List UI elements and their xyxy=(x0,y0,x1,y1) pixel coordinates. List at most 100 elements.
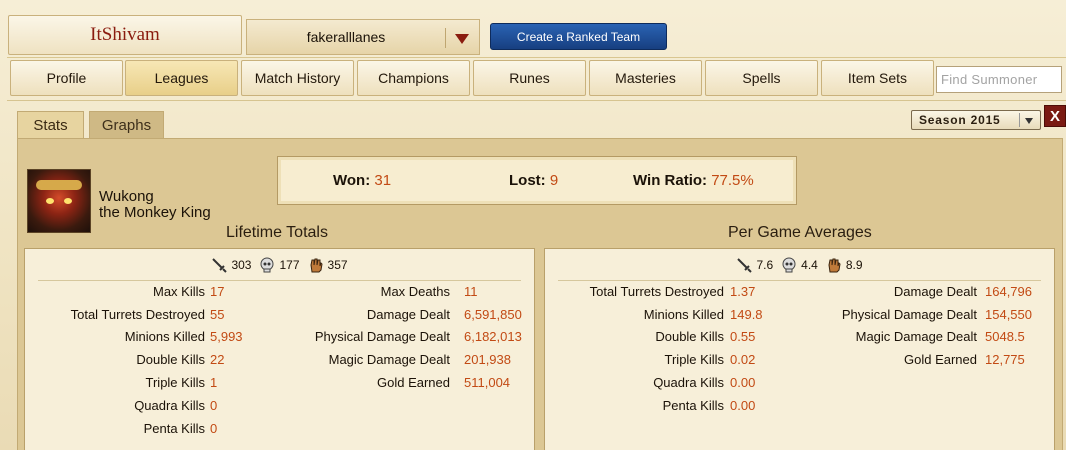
divider xyxy=(558,280,1041,281)
champion-name: Wukong the Monkey King xyxy=(99,189,211,221)
stat-label: Gold Earned xyxy=(377,375,450,390)
stat-label: Double Kills xyxy=(655,329,724,344)
select-divider xyxy=(1019,113,1020,127)
stat-value: 5048.5 xyxy=(985,329,1025,344)
kda-row: 7.6 4.4 8.9 xyxy=(545,257,1054,273)
stat-label: Gold Earned xyxy=(904,352,977,367)
tab-profile[interactable]: Profile xyxy=(10,60,123,96)
stat-value: 0.00 xyxy=(730,375,756,390)
main-nav: Profile Leagues Match History Champions … xyxy=(7,57,1066,97)
divider xyxy=(38,280,521,281)
stat-label: Max Kills xyxy=(152,284,205,299)
per-game-averages-box: 7.6 4.4 8.9 Total Turrets Destroyed 1.37… xyxy=(544,248,1055,450)
kills-value: 303 xyxy=(231,258,252,272)
champion-portrait xyxy=(27,169,91,233)
stat-label: Damage Dealt xyxy=(893,284,977,299)
win-loss-record: Won: 31 Lost: 9 Win Ratio: 77.5% xyxy=(277,156,797,205)
stat-value: 1.37 xyxy=(730,284,756,299)
stat-label: Physical Damage Dealt xyxy=(314,329,450,344)
assists-stat: 8.9 xyxy=(826,257,863,273)
season-select-value: Season 2015 xyxy=(919,113,1001,127)
stat-value: 0.02 xyxy=(730,352,756,367)
deaths-value: 177 xyxy=(279,258,300,272)
close-button[interactable]: X xyxy=(1044,105,1066,127)
stat-label: Total Turrets Destroyed xyxy=(589,284,724,299)
skull-icon xyxy=(782,257,796,273)
stat-label: Quadra Kills xyxy=(134,398,205,413)
stat-label: Max Deaths xyxy=(380,284,450,299)
stat-label: Damage Dealt xyxy=(366,307,450,322)
stat-label: Magic Damage Dealt xyxy=(328,352,450,367)
hand-icon xyxy=(828,258,841,273)
summoner-select-value: fakeralllanes xyxy=(306,29,386,45)
summoner-select[interactable]: fakeralllanes xyxy=(246,19,480,55)
champion-eye xyxy=(64,198,72,204)
stat-value: 0.55 xyxy=(730,329,756,344)
stat-label: Minions Killed xyxy=(124,329,205,344)
sword-icon xyxy=(737,258,753,273)
assists-value: 357 xyxy=(327,258,348,272)
tab-runes[interactable]: Runes xyxy=(473,60,586,96)
lost-label: Lost: xyxy=(509,172,546,189)
champion-title-line: the Monkey King xyxy=(99,204,211,221)
stat-value: 154,550 xyxy=(985,307,1032,322)
champion-eye xyxy=(46,198,54,204)
stat-label: Physical Damage Dealt xyxy=(841,307,977,322)
won-stat: Won: 31 xyxy=(333,172,391,189)
stat-value: 55 xyxy=(210,307,225,322)
assists-value: 8.9 xyxy=(845,258,863,272)
stat-value: 6,591,850 xyxy=(464,307,522,322)
select-divider xyxy=(445,28,446,48)
per-game-averages-title: Per Game Averages xyxy=(728,224,872,241)
stat-value: 17 xyxy=(210,284,225,299)
stat-label: Magic Damage Dealt xyxy=(855,329,977,344)
deaths-value: 4.4 xyxy=(801,258,818,272)
stat-value: 22 xyxy=(210,352,225,367)
won-value: 31 xyxy=(374,172,392,189)
stat-value: 0 xyxy=(210,421,218,436)
stat-label: Penta Kills xyxy=(662,398,724,413)
sword-icon xyxy=(212,258,228,273)
deaths-stat: 4.4 xyxy=(781,257,818,273)
tab-champions[interactable]: Champions xyxy=(357,60,470,96)
stat-value: 0.00 xyxy=(730,398,756,413)
stat-value: 0 xyxy=(210,398,218,413)
season-select[interactable]: Season 2015 xyxy=(911,110,1041,130)
champion-headband xyxy=(36,180,82,190)
kda-row: 303 177 357 xyxy=(25,257,534,273)
hand-icon xyxy=(310,258,323,273)
player-name[interactable]: ItShivam xyxy=(8,15,242,55)
champion-name-line: Wukong xyxy=(99,188,154,205)
tab-leagues[interactable]: Leagues xyxy=(125,60,238,96)
stat-value: 201,938 xyxy=(464,352,511,367)
win-ratio-label: Win Ratio: xyxy=(633,172,708,189)
chevron-down-icon xyxy=(1025,118,1033,124)
stat-value: 164,796 xyxy=(985,284,1032,299)
tab-masteries[interactable]: Masteries xyxy=(589,60,702,96)
tab-match-history[interactable]: Match History xyxy=(241,60,354,96)
stat-label: Double Kills xyxy=(136,352,205,367)
kills-stat: 303 xyxy=(211,257,251,273)
stat-value: 511,004 xyxy=(464,375,511,390)
win-ratio-value: 77.5% xyxy=(711,172,754,189)
kills-stat: 7.6 xyxy=(736,257,773,273)
stat-value: 5,993 xyxy=(210,329,243,344)
stat-label: Total Turrets Destroyed xyxy=(70,307,205,322)
skull-icon xyxy=(260,257,274,273)
stats-panel: Stats Graphs Season 2015 X Wukong the Mo… xyxy=(7,100,1066,450)
stat-value: 6,182,013 xyxy=(464,329,522,344)
tab-spells[interactable]: Spells xyxy=(705,60,818,96)
create-ranked-team-button[interactable]: Create a Ranked Team xyxy=(490,23,667,50)
tab-stats[interactable]: Stats xyxy=(17,111,84,139)
stat-label: Triple Kills xyxy=(145,375,205,390)
stat-value: 1 xyxy=(210,375,218,390)
tab-item-sets[interactable]: Item Sets xyxy=(821,60,934,96)
won-label: Won: xyxy=(333,172,371,189)
chevron-down-icon[interactable] xyxy=(455,34,469,44)
tab-graphs[interactable]: Graphs xyxy=(89,111,164,139)
lifetime-totals-title: Lifetime Totals xyxy=(226,224,328,241)
stat-value: 11 xyxy=(464,284,478,299)
deaths-stat: 177 xyxy=(259,257,300,273)
find-summoner-input[interactable] xyxy=(936,66,1062,93)
win-ratio-stat: Win Ratio: 77.5% xyxy=(633,172,754,189)
